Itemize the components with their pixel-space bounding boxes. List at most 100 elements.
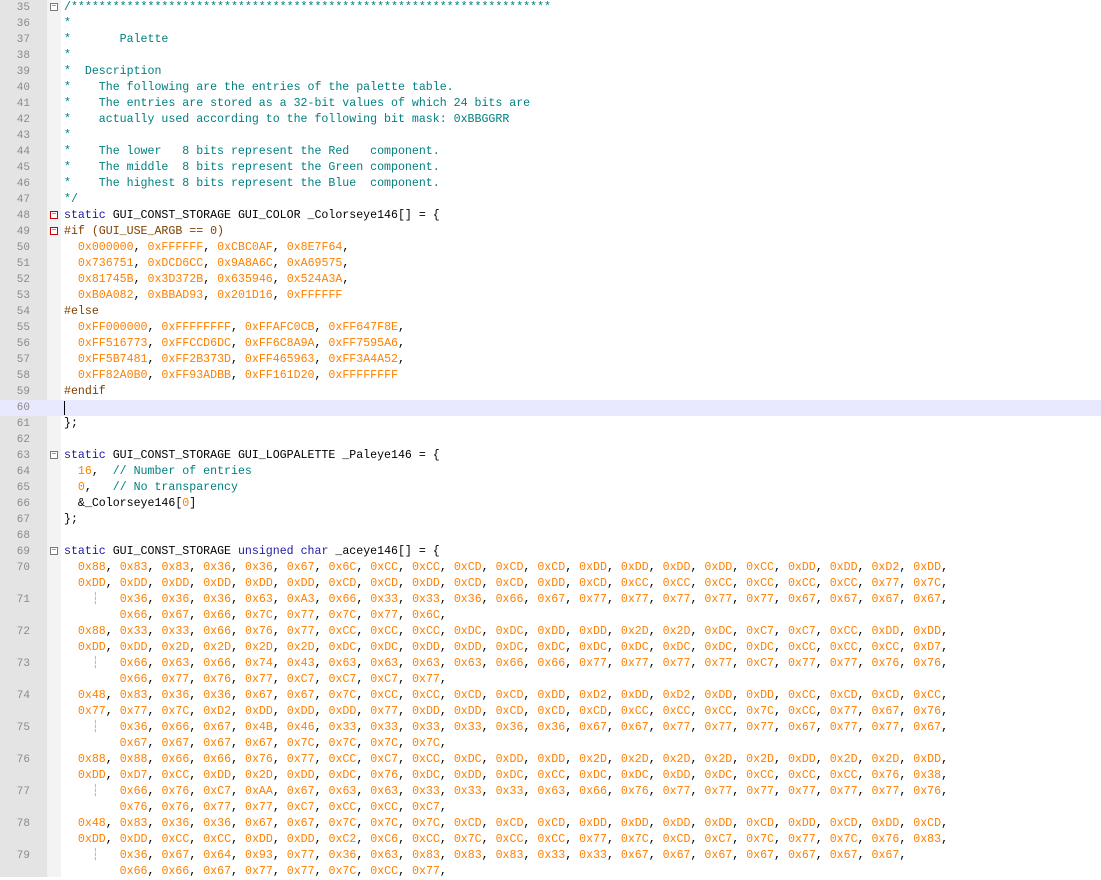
code-token: , [732, 769, 747, 782]
code-line-wrapped[interactable]: 0x66, 0x77, 0x76, 0x77, 0xC7, 0xC7, 0xC7… [0, 672, 1101, 688]
code-token: , [203, 241, 218, 254]
code-line-wrapped[interactable]: 0x77, 0x77, 0x7C, 0xD2, 0xDD, 0xDD, 0xDD… [0, 704, 1101, 720]
code-line-wrapped[interactable]: 0xDD, 0xDD, 0xCC, 0xCC, 0xDD, 0xDD, 0xC2… [0, 832, 1101, 848]
code-line-57[interactable]: 57 0xFF5B7481, 0xFF2B373D, 0xFF465963, 0… [0, 352, 1101, 368]
code-line-54[interactable]: 54 #else [0, 304, 1101, 320]
code-line-61[interactable]: 61}; [0, 416, 1101, 432]
code-line-36[interactable]: 36 * [0, 16, 1101, 32]
code-line-35[interactable]: 35 −/************************************… [0, 0, 1101, 16]
number-token: 0xDD [704, 689, 733, 702]
code-line-44[interactable]: 44 * The lower 8 bits represent the Red c… [0, 144, 1101, 160]
code-token: , [398, 753, 413, 766]
number-token: 0x77 [704, 657, 733, 670]
fold-toggle-icon[interactable]: − [50, 227, 58, 235]
code-line-wrapped[interactable]: 0xDD, 0xDD, 0xDD, 0xDD, 0xDD, 0xDD, 0xCD… [0, 576, 1101, 592]
code-token: , [899, 705, 914, 718]
code-line-43[interactable]: 43 * [0, 128, 1101, 144]
code-line-64[interactable]: 64 16, // Number of entries [0, 464, 1101, 480]
number-token: 0xB0A082 [77, 289, 134, 302]
code-token: , [481, 689, 496, 702]
code-line-wrapped[interactable]: 0x67, 0x67, 0x67, 0x67, 0x7C, 0x7C, 0x7C… [0, 736, 1101, 752]
code-token: , [439, 785, 454, 798]
code-token: , [774, 785, 788, 798]
code-line-wrapped[interactable]: 0x66, 0x66, 0x67, 0x77, 0x77, 0x7C, 0xCC… [0, 864, 1101, 880]
keyword-token: static [64, 545, 106, 558]
code-line-79[interactable]: 79 ┆ 0x36, 0x67, 0x64, 0x93, 0x77, 0x36,… [0, 848, 1101, 864]
fold-toggle-icon[interactable]: − [50, 547, 58, 555]
code-token: , [523, 689, 538, 702]
code-line-63[interactable]: 63 − static GUI_CONST_STORAGE GUI_LOGPALET… [0, 448, 1101, 464]
code-text: ┆ 0x66, 0x76, 0xC7, 0xAA, 0x67, 0x63, 0x… [64, 784, 948, 800]
code-line-70[interactable]: 70 0x88, 0x83, 0x83, 0x36, 0x36, 0x67, 0… [0, 560, 1101, 576]
number-token: 0x66 [495, 657, 524, 670]
code-line-37[interactable]: 37 * Palette [0, 32, 1101, 48]
code-line-76[interactable]: 76 0x88, 0x88, 0x66, 0x66, 0x76, 0x77, 0… [0, 752, 1101, 768]
code-line-77[interactable]: 77 ┆ 0x66, 0x76, 0xC7, 0xAA, 0x67, 0x63,… [0, 784, 1101, 800]
fold-toggle-icon[interactable]: − [50, 451, 58, 459]
line-number: 64 [16, 466, 30, 478]
code-token: , [481, 721, 496, 734]
code-line-45[interactable]: 45 * The middle 8 bits represent the Gree… [0, 160, 1101, 176]
code-text: * [64, 128, 71, 144]
code-line-59[interactable]: 59 #endif [0, 384, 1101, 400]
code-line-71[interactable]: 71 ┆ 0x36, 0x36, 0x36, 0x63, 0xA3, 0x66,… [0, 592, 1101, 608]
fold-toggle-icon[interactable]: − [50, 211, 58, 219]
code-line-wrapped[interactable]: 0x76, 0x76, 0x77, 0x77, 0xC7, 0xCC, 0xCC… [0, 800, 1101, 816]
code-token: , [857, 641, 872, 654]
code-line-48[interactable]: 48 − static GUI_CONST_STORAGE GUI_COLOR _C… [0, 208, 1101, 224]
code-line-50[interactable]: 50 0x000000, 0xFFFFFF, 0xCBC0AF, 0x8E7F6… [0, 240, 1101, 256]
code-token: , [439, 801, 447, 814]
code-line-wrapped[interactable]: 0xDD, 0xDD, 0x2D, 0x2D, 0x2D, 0x2D, 0xDC… [0, 640, 1101, 656]
fold-toggle-icon[interactable]: − [50, 3, 58, 11]
code-line-42[interactable]: 42 * actually used according to the follo… [0, 112, 1101, 128]
number-token: 0xDC [453, 625, 482, 638]
code-line-65[interactable]: 65 0, // No transparency [0, 480, 1101, 496]
code-line-60[interactable]: 60 [0, 400, 1101, 416]
code-line-68[interactable]: 68 [0, 528, 1101, 544]
line-number: 50 [16, 242, 30, 254]
code-line-67[interactable]: 67}; [0, 512, 1101, 528]
code-line-46[interactable]: 46 * The highest 8 bits represent the Blu… [0, 176, 1101, 192]
code-line-55[interactable]: 55 0xFF000000, 0xFFFFFFFF, 0xFFAFC0CB, 0… [0, 320, 1101, 336]
code-line-40[interactable]: 40 * The following are the entries of the… [0, 80, 1101, 96]
code-line-56[interactable]: 56 0xFF516773, 0xFFCCD6DC, 0xFF6C8A9A, 0… [0, 336, 1101, 352]
code-token: , [648, 817, 663, 830]
code-line-75[interactable]: 75 ┆ 0x36, 0x66, 0x67, 0x4B, 0x46, 0x33,… [0, 720, 1101, 736]
code-token: , [606, 817, 621, 830]
code-line-62[interactable]: 62 [0, 432, 1101, 448]
code-line-wrapped[interactable]: 0x66, 0x67, 0x66, 0x7C, 0x77, 0x7C, 0x77… [0, 608, 1101, 624]
code-token: , [314, 721, 329, 734]
number-token: 0xA3 [286, 593, 315, 606]
code-line-66[interactable]: 66 &_Colorseye146[0] [0, 496, 1101, 512]
number-token: 0xDD [412, 577, 440, 590]
code-token: _aceye146[] = { [328, 545, 440, 558]
code-token: , [398, 561, 413, 574]
code-line-51[interactable]: 51 0x736751, 0xDCD6CC, 0x9A8A6C, 0xA6957… [0, 256, 1101, 272]
code-line-58[interactable]: 58 0xFF82A0B0, 0xFF93ADBB, 0xFF161D20, 0… [0, 368, 1101, 384]
number-token: 0xCC [787, 577, 816, 590]
code-line-53[interactable]: 53 0xB0A082, 0xBBAD93, 0x201D16, 0xFFFFF… [0, 288, 1101, 304]
code-token: , [356, 785, 371, 798]
code-line-74[interactable]: 74 0x48, 0x83, 0x36, 0x36, 0x67, 0x67, 0… [0, 688, 1101, 704]
code-line-73[interactable]: 73 ┆ 0x66, 0x63, 0x66, 0x74, 0x43, 0x63,… [0, 656, 1101, 672]
code-token: , [690, 753, 705, 766]
number-token: 0xCC [412, 625, 440, 638]
code-line-39[interactable]: 39 * Description [0, 64, 1101, 80]
code-line-41[interactable]: 41 * The entries are stored as a 32-bit v… [0, 96, 1101, 112]
code-line-72[interactable]: 72 0x88, 0x33, 0x33, 0x66, 0x76, 0x77, 0… [0, 624, 1101, 640]
code-line-69[interactable]: 69 − static GUI_CONST_STORAGE unsigned cha… [0, 544, 1101, 560]
code-line-wrapped[interactable]: 0xDD, 0xD7, 0xCC, 0xDD, 0x2D, 0xDD, 0xDC… [0, 768, 1101, 784]
number-token: 0xCC [370, 625, 399, 638]
number-token: 0xDC [537, 641, 566, 654]
code-line-38[interactable]: 38 * [0, 48, 1101, 64]
code-line-47[interactable]: 47 */ [0, 192, 1101, 208]
code-line-52[interactable]: 52 0x81745B, 0x3D372B, 0x635946, 0x524A3… [0, 272, 1101, 288]
code-text: &_Colorseye146[0] [64, 496, 196, 512]
code-token: , [272, 705, 287, 718]
code-line-78[interactable]: 78 0x48, 0x83, 0x36, 0x36, 0x67, 0x67, 0… [0, 816, 1101, 832]
code-line-49[interactable]: 49 − #if (GUI_USE_ARGB == 0) [0, 224, 1101, 240]
code-token: , [481, 705, 496, 718]
